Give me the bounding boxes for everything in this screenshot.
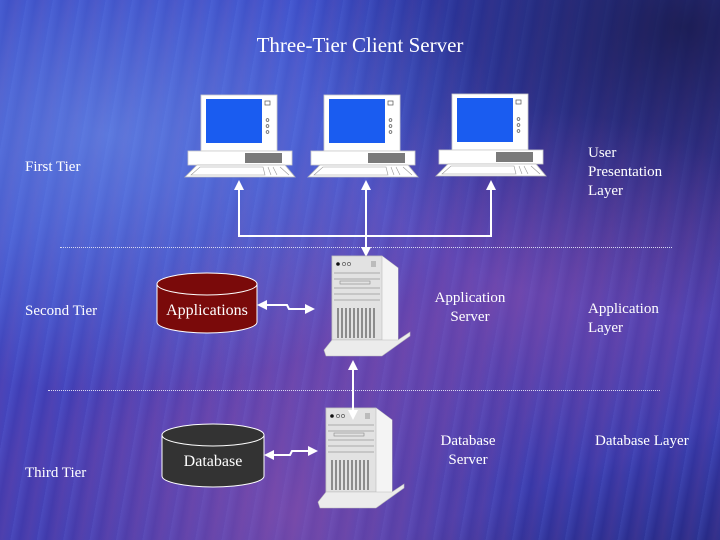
client-computer-icon (435, 93, 547, 177)
diagram-graphics (156, 93, 547, 509)
applications-link-arrow (257, 300, 315, 314)
client-computer-icon (307, 94, 419, 178)
application-server-icon (323, 255, 411, 357)
applications-store-label: Applications (166, 302, 248, 319)
database-store-label: Database (183, 453, 243, 470)
client-computer-icon (184, 94, 296, 178)
database-server-icon (317, 407, 405, 509)
database-link-arrow (264, 446, 318, 460)
